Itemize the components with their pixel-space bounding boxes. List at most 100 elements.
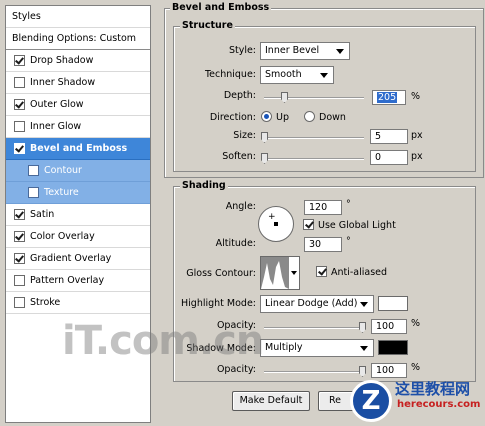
highlight-opacity-unit: % bbox=[411, 318, 421, 329]
angle-input-value: 120 bbox=[309, 202, 328, 213]
size-label: Size: bbox=[233, 130, 256, 141]
make-default-button[interactable]: Make Default bbox=[232, 391, 310, 411]
depth-input-value: 205 bbox=[377, 92, 398, 103]
angle-label: Angle: bbox=[225, 201, 256, 212]
anti-aliased-checkbox[interactable] bbox=[316, 266, 327, 277]
style-item-gradient-overlay[interactable]: Gradient Overlay bbox=[6, 248, 150, 270]
shadow-opacity-unit: % bbox=[411, 362, 421, 373]
size-slider-track[interactable] bbox=[264, 137, 364, 139]
depth-unit: % bbox=[411, 91, 421, 102]
inner-glow-checkbox[interactable] bbox=[14, 121, 25, 132]
highlight-opacity-input[interactable]: 100 bbox=[371, 319, 407, 334]
crosshair-icon: + bbox=[268, 212, 276, 222]
highlight-mode-dropdown[interactable]: Linear Dodge (Add) bbox=[260, 295, 374, 313]
style-item-label: Outer Glow bbox=[30, 99, 84, 110]
style-dropdown-value: Inner Bevel bbox=[265, 45, 320, 56]
style-item-drop-shadow[interactable]: Drop Shadow bbox=[6, 50, 150, 72]
direction-up-radio[interactable] bbox=[261, 111, 272, 122]
satin-checkbox[interactable] bbox=[14, 209, 25, 220]
highlight-opacity-value: 100 bbox=[376, 321, 395, 332]
bevel-emboss-title: Bevel and Emboss bbox=[170, 2, 272, 13]
shadow-opacity-input[interactable]: 100 bbox=[371, 363, 407, 378]
contour-checkbox[interactable] bbox=[28, 165, 39, 176]
style-item-texture[interactable]: Texture bbox=[6, 182, 150, 204]
contour-curve-icon bbox=[261, 257, 289, 289]
inner-shadow-checkbox[interactable] bbox=[14, 77, 25, 88]
technique-dropdown-value: Smooth bbox=[265, 69, 302, 80]
chevron-down-icon bbox=[320, 73, 328, 78]
highlight-color-swatch[interactable] bbox=[378, 296, 408, 311]
shadow-opacity-label: Opacity: bbox=[216, 364, 256, 375]
blending-options-item[interactable]: Blending Options: Custom bbox=[6, 28, 150, 50]
highlight-mode-value: Linear Dodge (Add) bbox=[265, 298, 358, 309]
angle-dial[interactable]: + bbox=[258, 206, 294, 242]
size-input-value: 5 bbox=[375, 131, 382, 142]
shadow-opacity-slider-track[interactable] bbox=[264, 371, 366, 373]
style-item-inner-shadow[interactable]: Inner Shadow bbox=[6, 72, 150, 94]
soften-unit: px bbox=[411, 151, 423, 162]
soften-slider-track[interactable] bbox=[264, 158, 364, 160]
shadow-color-swatch[interactable] bbox=[378, 340, 408, 355]
style-item-label: Stroke bbox=[30, 297, 61, 308]
direction-down-radio[interactable] bbox=[304, 111, 315, 122]
style-item-label: Inner Glow bbox=[30, 121, 82, 132]
style-item-satin[interactable]: Satin bbox=[6, 204, 150, 226]
reset-to-default-label: Re bbox=[329, 395, 342, 406]
size-input[interactable]: 5 bbox=[370, 129, 408, 144]
angle-input[interactable]: 120 bbox=[304, 200, 342, 215]
style-item-stroke[interactable]: Stroke bbox=[6, 292, 150, 314]
use-global-light-checkbox[interactable] bbox=[303, 219, 314, 230]
watermark-badge-icon: Z bbox=[350, 380, 392, 422]
use-global-light-label: Use Global Light bbox=[318, 220, 396, 231]
style-item-pattern-overlay[interactable]: Pattern Overlay bbox=[6, 270, 150, 292]
angle-unit: ° bbox=[346, 199, 351, 210]
style-item-label: Pattern Overlay bbox=[30, 275, 105, 286]
texture-checkbox[interactable] bbox=[28, 187, 39, 198]
highlight-mode-label: Highlight Mode: bbox=[181, 298, 256, 309]
highlight-opacity-slider-track[interactable] bbox=[264, 327, 366, 329]
style-item-outer-glow[interactable]: Outer Glow bbox=[6, 94, 150, 116]
gradient-overlay-checkbox[interactable] bbox=[14, 253, 25, 264]
style-item-inner-glow[interactable]: Inner Glow bbox=[6, 116, 150, 138]
chevron-down-icon bbox=[360, 346, 368, 351]
outer-glow-checkbox[interactable] bbox=[14, 99, 25, 110]
technique-dropdown[interactable]: Smooth bbox=[260, 66, 334, 84]
style-dropdown[interactable]: Inner Bevel bbox=[260, 42, 350, 60]
size-unit: px bbox=[411, 130, 423, 141]
drop-shadow-checkbox[interactable] bbox=[14, 55, 25, 66]
bevel-and-emboss-checkbox[interactable] bbox=[14, 143, 25, 154]
style-item-label: Bevel and Emboss bbox=[30, 143, 128, 154]
style-item-contour[interactable]: Contour bbox=[6, 160, 150, 182]
pattern-overlay-checkbox[interactable] bbox=[14, 275, 25, 286]
shadow-mode-dropdown[interactable]: Multiply bbox=[260, 339, 374, 357]
chevron-down-icon bbox=[360, 302, 368, 307]
style-item-color-overlay[interactable]: Color Overlay bbox=[6, 226, 150, 248]
styles-title-text: Styles bbox=[12, 11, 41, 22]
gloss-contour-preview[interactable] bbox=[260, 256, 300, 290]
altitude-input[interactable]: 30 bbox=[304, 237, 342, 252]
chevron-down-icon[interactable] bbox=[291, 271, 297, 275]
altitude-unit: ° bbox=[346, 236, 351, 247]
technique-label: Technique: bbox=[204, 69, 256, 80]
depth-slider-track[interactable] bbox=[264, 97, 364, 99]
style-item-bevel-and-emboss[interactable]: Bevel and Emboss bbox=[6, 138, 150, 160]
soften-input[interactable]: 0 bbox=[370, 150, 408, 165]
altitude-label: Altitude: bbox=[215, 238, 256, 249]
style-item-label: Color Overlay bbox=[30, 231, 95, 242]
depth-input[interactable]: 205 bbox=[372, 90, 406, 105]
anti-aliased-label: Anti-aliased bbox=[331, 267, 388, 278]
watermark-site-name: 这里教程网 bbox=[395, 380, 471, 398]
styles-title[interactable]: Styles bbox=[6, 6, 150, 28]
color-overlay-checkbox[interactable] bbox=[14, 231, 25, 242]
structure-title: Structure bbox=[180, 20, 235, 31]
depth-label: Depth: bbox=[223, 90, 256, 101]
style-label: Style: bbox=[228, 45, 256, 56]
shading-title: Shading bbox=[180, 180, 228, 191]
direction-label: Direction: bbox=[209, 112, 256, 123]
style-item-label: Gradient Overlay bbox=[30, 253, 112, 264]
style-item-label: Inner Shadow bbox=[30, 77, 96, 88]
watermark-site-url: herecours.com bbox=[397, 399, 481, 410]
watermark-badge-letter: Z bbox=[361, 386, 381, 416]
direction-up-label: Up bbox=[276, 112, 289, 123]
stroke-checkbox[interactable] bbox=[14, 297, 25, 308]
